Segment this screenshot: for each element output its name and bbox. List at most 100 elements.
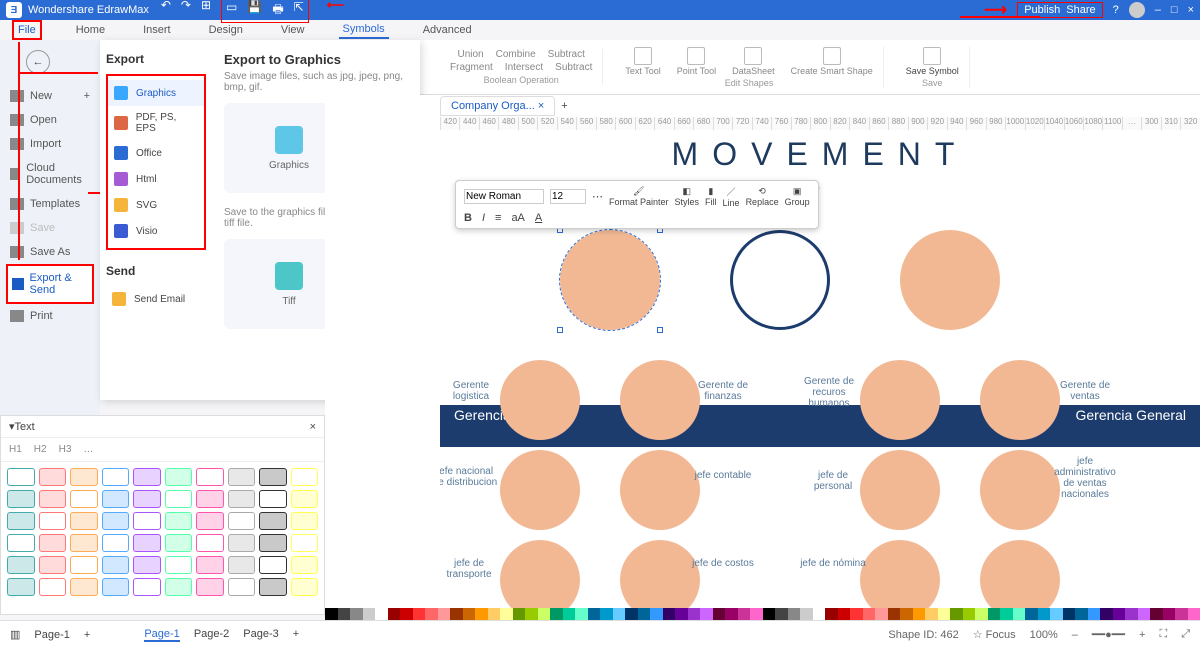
shape-thumbnail[interactable]	[102, 534, 130, 552]
person-r1a[interactable]	[500, 360, 580, 440]
shape-thumbnail[interactable]	[70, 468, 98, 486]
color-swatch[interactable]	[338, 608, 351, 620]
menu-insert[interactable]: Insert	[139, 22, 175, 38]
shape-thumbnail[interactable]	[196, 468, 224, 486]
doc-tab[interactable]: Company Orga... ×	[440, 96, 555, 116]
color-swatch[interactable]	[675, 608, 688, 620]
color-swatch[interactable]	[925, 608, 938, 620]
ribbon-point-tool[interactable]: Point Tool	[677, 47, 716, 76]
shape-thumbnail[interactable]	[39, 490, 67, 508]
shape-thumbnail[interactable]	[133, 490, 161, 508]
tab-h1[interactable]: H1	[9, 444, 22, 455]
color-swatch[interactable]	[975, 608, 988, 620]
shape-thumbnail[interactable]	[228, 578, 256, 596]
file-print[interactable]: Print	[6, 304, 94, 328]
color-swatch[interactable]	[1013, 608, 1026, 620]
color-swatch[interactable]	[1038, 608, 1051, 620]
color-swatch[interactable]	[588, 608, 601, 620]
color-palette-bar[interactable]	[325, 608, 1200, 620]
shape-thumbnail[interactable]	[7, 468, 35, 486]
status-add-page[interactable]: +	[293, 628, 299, 642]
shape-thumbnail[interactable]	[39, 578, 67, 596]
shape-thumbnail[interactable]	[228, 468, 256, 486]
shape-thumbnail[interactable]	[165, 556, 193, 574]
color-swatch[interactable]	[525, 608, 538, 620]
color-swatch[interactable]	[600, 608, 613, 620]
color-swatch[interactable]	[663, 608, 676, 620]
color-swatch[interactable]	[850, 608, 863, 620]
ribbon-fragment[interactable]: Fragment	[450, 62, 493, 73]
color-swatch[interactable]	[1050, 608, 1063, 620]
shape-thumbnail[interactable]	[196, 534, 224, 552]
format-painter[interactable]: 🖌Format Painter	[609, 186, 669, 207]
shape-thumbnail[interactable]	[196, 578, 224, 596]
color-swatch[interactable]	[888, 608, 901, 620]
zoom-in-button[interactable]: +	[1139, 629, 1145, 641]
share-button[interactable]: Share	[1066, 4, 1095, 16]
menu-symbols[interactable]: Symbols	[339, 21, 389, 39]
person-r2d[interactable]	[980, 450, 1060, 530]
fill-button[interactable]: ▮Fill	[705, 186, 717, 207]
color-swatch[interactable]	[938, 608, 951, 620]
color-swatch[interactable]	[1088, 608, 1101, 620]
shape-thumbnail[interactable]	[165, 578, 193, 596]
color-swatch[interactable]	[788, 608, 801, 620]
color-swatch[interactable]	[1163, 608, 1176, 620]
color-swatch[interactable]	[750, 608, 763, 620]
color-swatch[interactable]	[900, 608, 913, 620]
color-swatch[interactable]	[688, 608, 701, 620]
align-button[interactable]: ≡	[495, 212, 501, 224]
person-gg-left[interactable]	[560, 230, 660, 330]
color-swatch[interactable]	[575, 608, 588, 620]
menu-design[interactable]: Design	[205, 22, 247, 38]
shape-thumbnail[interactable]	[70, 578, 98, 596]
shape-thumbnail[interactable]	[39, 534, 67, 552]
color-swatch[interactable]	[963, 608, 976, 620]
ribbon-subtract2[interactable]: Subtract	[555, 62, 592, 73]
color-swatch[interactable]	[763, 608, 776, 620]
back-button[interactable]: ←	[26, 50, 50, 74]
color-swatch[interactable]	[738, 608, 751, 620]
qat-export-icon[interactable]: ⇱	[294, 0, 304, 21]
color-swatch[interactable]	[363, 608, 376, 620]
color-swatch[interactable]	[1063, 608, 1076, 620]
qat-redo-icon[interactable]: ↷	[181, 0, 191, 23]
focus-toggle[interactable]: ☆ Focus	[973, 628, 1016, 641]
shape-thumbnail[interactable]	[259, 534, 287, 552]
color-swatch[interactable]	[325, 608, 338, 620]
shape-thumbnail[interactable]	[102, 556, 130, 574]
window-maximize-button[interactable]: □	[1171, 4, 1178, 16]
qat-add-icon[interactable]: ⊞	[201, 0, 211, 23]
bold-button[interactable]: B	[464, 212, 472, 224]
font-family-input[interactable]	[464, 189, 544, 204]
menu-advanced[interactable]: Advanced	[419, 22, 476, 38]
color-swatch[interactable]	[725, 608, 738, 620]
menu-view[interactable]: View	[277, 22, 309, 38]
color-swatch[interactable]	[1150, 608, 1163, 620]
font-size-input[interactable]	[550, 189, 586, 204]
window-close-button[interactable]: ×	[1188, 4, 1194, 16]
ribbon-subtract[interactable]: Subtract	[548, 49, 585, 60]
ribbon-smart-shape[interactable]: Create Smart Shape	[791, 47, 873, 76]
floating-format-toolbar[interactable]: ⋯ 🖌Format Painter ◧Styles ▮Fill ／Line ⟲R…	[455, 180, 819, 229]
color-swatch[interactable]	[1075, 608, 1088, 620]
status-page-2[interactable]: Page-2	[194, 628, 229, 642]
color-swatch[interactable]	[1188, 608, 1200, 620]
color-swatch[interactable]	[813, 608, 826, 620]
color-swatch[interactable]	[375, 608, 388, 620]
color-swatch[interactable]	[513, 608, 526, 620]
ribbon-text-tool[interactable]: Text Tool	[625, 47, 660, 76]
shape-thumbnail[interactable]	[70, 512, 98, 530]
file-export-send[interactable]: Export & Send	[6, 264, 94, 304]
shape-thumbnail[interactable]	[291, 556, 319, 574]
shape-thumbnail[interactable]	[133, 534, 161, 552]
shape-thumbnail[interactable]	[291, 490, 319, 508]
shape-thumbnail[interactable]	[165, 468, 193, 486]
shape-thumbnail[interactable]	[102, 578, 130, 596]
export-html[interactable]: Html	[108, 166, 204, 192]
qat-print-icon[interactable]: 🖶	[272, 0, 283, 21]
color-swatch[interactable]	[400, 608, 413, 620]
color-swatch[interactable]	[1113, 608, 1126, 620]
zoom-slider[interactable]: ━━●━━	[1092, 628, 1125, 641]
color-swatch[interactable]	[775, 608, 788, 620]
